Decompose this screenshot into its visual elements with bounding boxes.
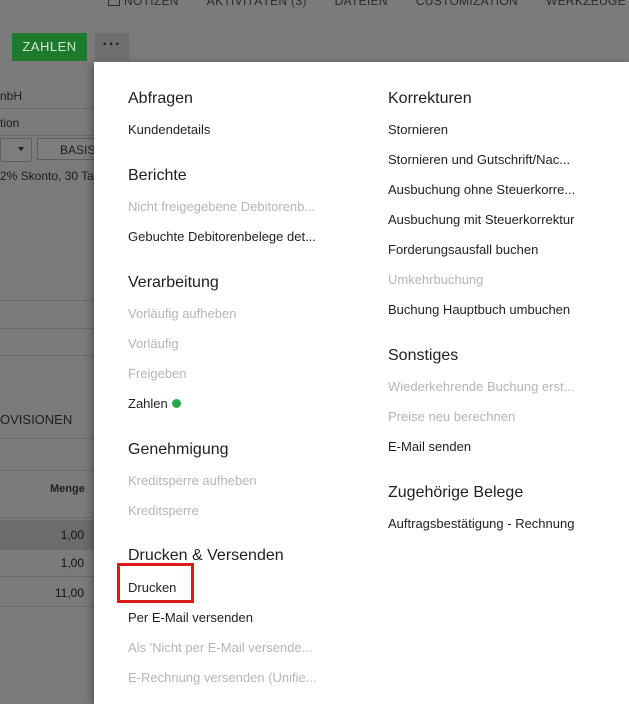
section-title-reports: Berichte — [128, 167, 187, 184]
qty-column-header: Menge — [50, 483, 85, 495]
section-title-inquiries: Abfragen — [128, 90, 193, 107]
menu-item-writeoff-without-tax[interactable]: Ausbuchung ohne Steuerkorre... — [388, 182, 575, 197]
basis-button[interactable]: BASIS — [37, 138, 97, 160]
section-title-other: Sonstiges — [388, 347, 459, 364]
menu-item-remove-hold: Vorläufig aufheben — [128, 306, 237, 321]
divider — [0, 438, 94, 439]
divider — [0, 108, 94, 109]
divider — [0, 328, 94, 329]
company-name-fragment: nbH — [0, 89, 23, 103]
menu-item-release: Freigeben — [128, 366, 187, 381]
menu-item-reverse-and-credit[interactable]: Stornieren und Gutschrift/Nac... — [388, 152, 570, 167]
menu-item-credit-hold: Kreditsperre — [128, 503, 199, 518]
dropdown-select[interactable] — [0, 138, 32, 162]
menu-item-create-recurring: Wiederkehrende Buchung erst... — [388, 379, 575, 394]
top-navigation: NOTIZEN AKTIVITÄTEN (3) DATEIEN CUSTOMIZ… — [108, 0, 626, 8]
menu-item-send-email[interactable]: Per E-Mail versenden — [128, 610, 253, 625]
status-dot-icon — [171, 399, 181, 408]
menu-item-pay[interactable]: Zahlen — [128, 396, 181, 411]
pay-button[interactable]: ZAHLEN — [12, 33, 87, 61]
menu-item-remove-credit-hold: Kreditsperre aufheben — [128, 473, 257, 488]
more-actions-button[interactable]: ··· — [95, 33, 129, 61]
qty-cell: 11,00 — [54, 586, 84, 600]
divider — [0, 576, 94, 577]
table-row[interactable]: 1,00 — [0, 520, 94, 550]
menu-item-unreleased-documents: Nicht freigegebene Debitorenb... — [128, 199, 316, 214]
menu-item-bad-debt[interactable]: Forderungsausfall buchen — [388, 242, 538, 257]
topnav-notes[interactable]: NOTIZEN — [108, 0, 179, 8]
note-checkbox-icon — [108, 0, 120, 6]
menu-item-pay-label: Zahlen — [128, 396, 168, 411]
topnav-activities[interactable]: AKTIVITÄTEN (3) — [207, 0, 307, 8]
section-title-related-documents: Zugehörige Belege — [388, 484, 524, 501]
menu-item-customer-details[interactable]: Kundendetails — [128, 122, 210, 137]
tab-commissions-fragment[interactable]: OVISIONEN — [0, 412, 72, 427]
qty-cell: 1,00 — [60, 528, 84, 542]
topnav-tools[interactable]: WERKZEUGE — [546, 0, 626, 8]
qty-cell: 1,00 — [60, 556, 84, 570]
divider — [0, 470, 94, 471]
payment-terms-fragment: 2% Skonto, 30 Ta — [0, 169, 94, 183]
menu-item-posted-documents-details[interactable]: Gebuchte Debitorenbelege det... — [128, 229, 316, 244]
menu-item-recalculate-prices: Preise neu berechnen — [388, 409, 516, 424]
section-title-corrections: Korrekturen — [388, 90, 472, 107]
section-title-approval: Genehmigung — [128, 441, 229, 458]
highlight-box — [117, 563, 194, 603]
menu-item-hold: Vorläufig — [128, 336, 179, 351]
topnav-customization[interactable]: CUSTOMIZATION — [416, 0, 518, 8]
more-actions-menu: Abfragen Kundendetails Berichte Nicht fr… — [94, 62, 629, 704]
table-row[interactable]: 11,00 — [0, 578, 94, 608]
menu-item-send-email-other[interactable]: E-Mail senden — [388, 439, 471, 454]
divider — [0, 606, 94, 607]
menu-item-send-einvoice: E-Rechnung versenden (Unifie... — [128, 670, 317, 685]
menu-item-order-confirmation-invoice[interactable]: Auftragsbestätigung - Rechnung — [388, 516, 574, 531]
topnav-files[interactable]: DATEIEN — [335, 0, 388, 8]
menu-item-reclassify-gl[interactable]: Buchung Hauptbuch umbuchen — [388, 302, 570, 317]
divider — [0, 517, 94, 518]
menu-item-reversal-entry: Umkehrbuchung — [388, 272, 484, 287]
menu-item-reverse[interactable]: Stornieren — [388, 122, 448, 137]
divider — [0, 355, 94, 356]
divider — [0, 300, 94, 301]
field-label-fragment: tion — [0, 116, 20, 130]
divider — [0, 135, 94, 136]
menu-item-writeoff-with-tax[interactable]: Ausbuchung mit Steuerkorrektur — [388, 212, 574, 227]
section-title-processing: Verarbeitung — [128, 274, 219, 291]
chevron-down-icon — [18, 147, 24, 151]
menu-item-mark-do-not-email: Als 'Nicht per E-Mail versende... — [128, 640, 313, 655]
